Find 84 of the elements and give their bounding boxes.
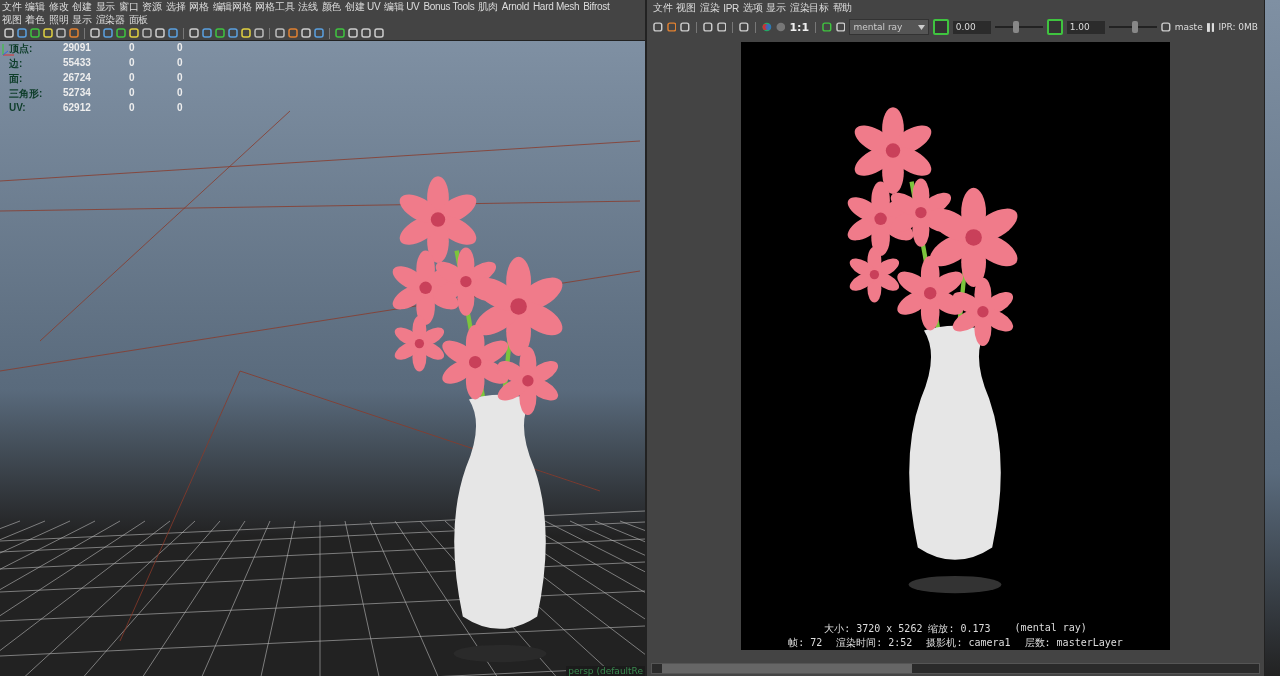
menu-item[interactable]: 着色 xyxy=(25,12,45,27)
menu-item[interactable]: 显示 xyxy=(766,1,786,15)
toolbar-icon[interactable] xyxy=(822,22,832,32)
menu-item[interactable]: Arnold xyxy=(501,1,529,12)
ratio-button[interactable]: 1:1 xyxy=(789,20,810,34)
stat-value: 0 xyxy=(129,57,136,70)
stat-value: 29091 xyxy=(63,42,92,55)
stat-value: 0 xyxy=(177,42,184,55)
toolbar-icon[interactable] xyxy=(653,22,663,32)
menu-item[interactable]: 文件 xyxy=(2,0,22,14)
layer-label: maste xyxy=(1174,22,1203,32)
menu-item[interactable]: 颜色 xyxy=(321,0,342,14)
menu-item[interactable]: 面板 xyxy=(128,12,149,27)
stat-value: 0 xyxy=(177,87,184,100)
stat-value: 0 xyxy=(129,87,136,100)
stat-value: 0 xyxy=(129,72,136,85)
ipr-label: IPR: 0MB xyxy=(1218,22,1259,32)
stat-value: 0 xyxy=(129,42,136,55)
toolbar-icon[interactable] xyxy=(1160,22,1171,32)
pause-icon[interactable] xyxy=(1206,22,1215,32)
menu-item[interactable]: 修改 xyxy=(48,0,69,14)
menu-item[interactable]: 编辑 xyxy=(25,0,45,14)
menu-item[interactable]: 网格工具 xyxy=(255,0,295,14)
menu-item[interactable]: 选择 xyxy=(165,0,186,14)
menu-item[interactable]: 网格 xyxy=(189,0,209,14)
exposure-field[interactable]: 0.00 xyxy=(952,20,991,34)
stat-label: UV: xyxy=(9,102,27,113)
render-info: 大小: 3720 x 5262 缩放: 0.173 xyxy=(824,622,991,636)
caret-icon xyxy=(918,24,926,30)
menu-item[interactable]: 帮助 xyxy=(832,1,853,15)
menu-item[interactable]: 窗口 xyxy=(119,0,139,14)
render-info: 层数: masterLayer xyxy=(1024,636,1123,650)
stat-value: 0 xyxy=(177,102,184,113)
slider-thumb[interactable] xyxy=(1013,21,1020,33)
menu-item[interactable]: 编辑 UV xyxy=(384,0,420,14)
gamma-icon[interactable] xyxy=(1047,19,1063,35)
stat-value: 52734 xyxy=(63,87,92,100)
exposure-icon[interactable] xyxy=(933,19,949,35)
toolbar-icon[interactable] xyxy=(666,22,677,32)
stat-label: 面: xyxy=(9,72,24,86)
menu-item[interactable]: 肌肉 xyxy=(478,0,498,14)
toolbar-icon[interactable] xyxy=(680,22,691,32)
menu-item[interactable]: 创建 UV xyxy=(345,0,381,14)
render-info: 渲染时间: 2:52 xyxy=(836,636,913,650)
menu-item[interactable]: 选项 xyxy=(743,1,763,15)
toolbar-icon[interactable] xyxy=(835,22,846,32)
renderer-dropdown[interactable]: mental ray xyxy=(849,19,930,35)
menu-item[interactable]: Hard Mesh xyxy=(532,1,580,12)
slider-thumb[interactable] xyxy=(1132,21,1139,33)
menu-item[interactable]: 显示 xyxy=(95,0,116,14)
stat-value: 26724 xyxy=(63,72,92,85)
toolbar-icon[interactable] xyxy=(739,22,750,32)
menu-item[interactable]: 文件 xyxy=(653,1,673,15)
stat-label: 三角形: xyxy=(9,87,44,101)
menu-item[interactable]: 渲染器 xyxy=(95,12,125,27)
toolbar-icon[interactable] xyxy=(703,22,713,32)
menu-item[interactable]: 显示 xyxy=(72,12,92,27)
menu-item[interactable]: 视图 xyxy=(2,12,22,27)
stat-value: 0 xyxy=(177,72,184,85)
horizontal-scrollbar[interactable] xyxy=(651,663,1260,674)
menu-item[interactable]: Bifrost xyxy=(583,1,610,12)
render-info: (mental ray) xyxy=(1014,622,1087,635)
menu-item[interactable]: Bonus Tools xyxy=(423,1,475,12)
stat-value: 62912 xyxy=(63,102,92,113)
stat-value: 0 xyxy=(177,57,184,70)
menu-item[interactable]: 渲染目标 xyxy=(789,1,829,15)
menu-item[interactable]: 创建 xyxy=(72,0,92,14)
stat-value: 55433 xyxy=(63,57,92,70)
menu-item[interactable]: 资源 xyxy=(142,0,162,14)
menu-item[interactable]: 渲染 xyxy=(699,1,720,15)
stat-value: 0 xyxy=(129,102,136,113)
menu-item[interactable]: IPR xyxy=(723,2,739,14)
menu-item[interactable]: 法线 xyxy=(298,0,318,14)
menu-item[interactable]: 编辑网格 xyxy=(212,0,252,14)
toolbar-icon[interactable] xyxy=(716,22,727,32)
stat-label: 边: xyxy=(9,57,24,71)
rgb-channel-icon[interactable] xyxy=(762,22,772,32)
render-info: 帧: 72 xyxy=(788,636,823,650)
render-info: 摄影机: camera1 xyxy=(926,636,1011,650)
stat-label: 顶点: xyxy=(9,42,34,56)
gamma-field[interactable]: 1.00 xyxy=(1066,20,1105,34)
camera-label: persp (defaultRe xyxy=(566,666,645,676)
menu-item[interactable]: 照明 xyxy=(48,12,69,27)
menu-item[interactable]: 视图 xyxy=(676,1,696,15)
